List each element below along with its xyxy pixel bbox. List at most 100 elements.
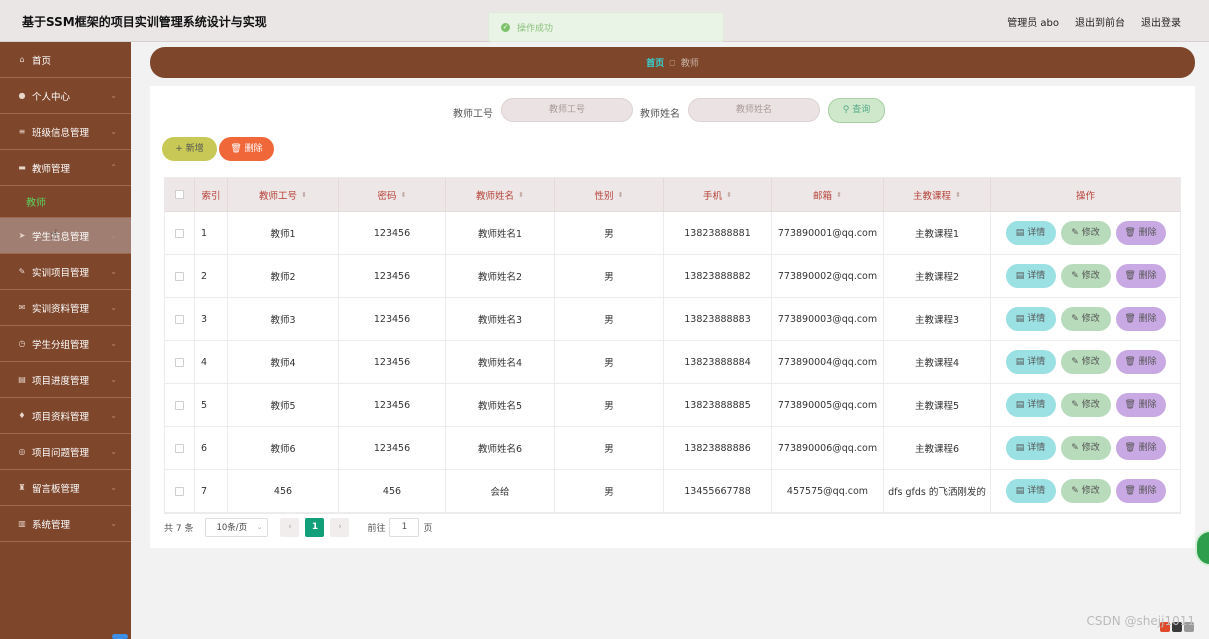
row-checkbox[interactable]: [175, 271, 184, 281]
exit-to-front-link[interactable]: 退出到前台: [1075, 14, 1125, 29]
mouse-pointer-icon: ☝: [50, 228, 58, 243]
sidebar-subitem-teacher[interactable]: 教师: [0, 186, 131, 218]
cell-phone: 13823888883: [664, 298, 772, 340]
edit-button[interactable]: ✎ 修改: [1060, 436, 1111, 460]
cell-email: 773890002@qq.com: [772, 255, 884, 297]
edit-icon: ✎: [1071, 357, 1079, 367]
delete-label: 删除: [1138, 443, 1157, 453]
edit-label: 修改: [1081, 271, 1100, 281]
teacher-name-input[interactable]: 教师姓名: [688, 98, 820, 122]
search-button[interactable]: ⚲ 查询: [828, 98, 885, 123]
edit-button[interactable]: ✎ 修改: [1060, 350, 1111, 374]
chevron-down-icon: ⌄: [110, 483, 117, 492]
sidebar-item-class[interactable]: ≡ 班级信息管理 ⌄: [0, 114, 131, 150]
cell-phone: 13823888881: [664, 212, 772, 254]
delete-button[interactable]: 🗑 删除: [1115, 221, 1166, 245]
header-phone[interactable]: 手机 ⬍: [664, 178, 772, 211]
select-all-checkbox[interactable]: [175, 190, 184, 199]
sort-icon[interactable]: ⬍: [618, 191, 624, 199]
delete-button[interactable]: 🗑 删除: [1115, 479, 1166, 503]
sidebar-item-home[interactable]: ⌂ 首页: [0, 42, 131, 78]
header-teacher-name[interactable]: 教师姓名 ⬍: [446, 178, 555, 211]
cell-course: dfs gfds 的飞洒刚发的: [884, 470, 991, 512]
page-size-select[interactable]: 10条/页 ⌄: [205, 517, 269, 537]
detail-button[interactable]: ▤ 详情: [1005, 479, 1056, 503]
row-checkbox[interactable]: [175, 228, 184, 238]
sidebar-item-profile[interactable]: ● 个人中心 ⌄: [0, 78, 131, 114]
delete-button[interactable]: 🗑 删除: [1115, 436, 1166, 460]
success-toast: ✓ 操作成功: [488, 12, 724, 42]
delete-button[interactable]: 🗑 删除: [1115, 264, 1166, 288]
row-checkbox[interactable]: [175, 314, 184, 324]
delete-label: 删除: [1138, 271, 1157, 281]
sidebar-item-project-material[interactable]: ♦ 项目资料管理 ⌄: [0, 398, 131, 434]
add-button[interactable]: + 新增: [162, 137, 217, 161]
row-checkbox[interactable]: [175, 443, 184, 453]
delete-button[interactable]: 🗑 删除: [1115, 350, 1166, 374]
delete-button[interactable]: 🗑 删除: [1115, 393, 1166, 417]
detail-button[interactable]: ▤ 详情: [1005, 436, 1056, 460]
edit-icon: ✎: [18, 267, 26, 276]
prev-page-button[interactable]: ‹: [280, 517, 300, 537]
cell-gender: 男: [555, 384, 664, 426]
row-checkbox[interactable]: [175, 400, 184, 410]
edit-button[interactable]: ✎ 修改: [1060, 221, 1111, 245]
mail-icon: ✉: [18, 303, 26, 312]
header-email[interactable]: 邮箱 ⬍: [772, 178, 884, 211]
sort-icon[interactable]: ⬍: [301, 191, 307, 199]
sort-icon[interactable]: ⬍: [518, 191, 524, 199]
sidebar-item-group[interactable]: ◷ 学生分组管理 ⌄: [0, 326, 131, 362]
teacher-id-input[interactable]: 教师工号: [501, 98, 633, 122]
sort-icon[interactable]: ⬍: [726, 191, 732, 199]
admin-user-label[interactable]: 管理员 abo: [1007, 14, 1059, 29]
cell-teacher-id: 456: [228, 470, 339, 512]
sidebar-item-student[interactable]: ➤ 学生信息管理 ⌄: [0, 218, 131, 254]
sidebar-item-progress[interactable]: ▤ 项目进度管理 ⌄: [0, 362, 131, 398]
next-page-button[interactable]: ›: [330, 517, 350, 537]
sidebar-item-message[interactable]: ♜ 留言板管理 ⌄: [0, 470, 131, 506]
row-checkbox[interactable]: [175, 357, 184, 367]
header-gender[interactable]: 性别 ⬍: [555, 178, 664, 211]
edit-button[interactable]: ✎ 修改: [1060, 307, 1111, 331]
row-ops-cell: ▤ 详情 ✎ 修改 🗑 删除: [991, 427, 1180, 469]
header-label: 邮箱: [813, 190, 833, 202]
edit-button[interactable]: ✎ 修改: [1060, 393, 1111, 417]
sort-icon[interactable]: ⬍: [955, 191, 961, 199]
edit-button[interactable]: ✎ 修改: [1060, 479, 1111, 503]
detail-button[interactable]: ▤ 详情: [1005, 350, 1056, 374]
detail-button[interactable]: ▤ 详情: [1005, 393, 1056, 417]
floating-assistant-ball[interactable]: [1195, 530, 1209, 566]
detail-button[interactable]: ▤ 详情: [1005, 307, 1056, 331]
sidebar-item-system[interactable]: ▥ 系统管理 ⌄: [0, 506, 131, 542]
cell-password: 123456: [339, 341, 446, 383]
batch-delete-button[interactable]: 🗑 删除: [219, 137, 274, 161]
breadcrumb-home[interactable]: 首页: [646, 56, 664, 69]
delete-label: 删除: [1138, 314, 1157, 324]
row-checkbox[interactable]: [175, 486, 184, 496]
goto-page-input[interactable]: 1: [389, 517, 420, 537]
header-teacher-id[interactable]: 教师工号 ⬍: [228, 178, 339, 211]
sidebar-item-teacher[interactable]: ▬ 教师管理 ⌃: [0, 150, 131, 186]
table-row: 6 教师6 123456 教师姓名6 男 13823888886 773890006@qq.…: [165, 427, 1180, 470]
edit-button[interactable]: ✎ 修改: [1060, 264, 1111, 288]
page-number-current[interactable]: 1: [305, 517, 325, 537]
cell-index: 4: [195, 341, 228, 383]
sort-icon[interactable]: ⬍: [836, 191, 842, 199]
trash-icon: 🗑: [230, 144, 242, 154]
teacher-name-label: 教师姓名: [640, 109, 680, 120]
sort-icon[interactable]: ⬍: [401, 191, 407, 199]
detail-button[interactable]: ▤ 详情: [1005, 221, 1056, 245]
sidebar-item-label: 首页: [32, 55, 52, 67]
cell-email: 773890004@qq.com: [772, 341, 884, 383]
sidebar-item-project[interactable]: ✎ 实训项目管理 ⌄: [0, 254, 131, 290]
sidebar-item-issue[interactable]: ◎ 项目问题管理 ⌄: [0, 434, 131, 470]
delete-button[interactable]: 🗑 删除: [1115, 307, 1166, 331]
sidebar-scrollbar[interactable]: [112, 634, 128, 639]
delete-label: 删除: [1138, 486, 1157, 496]
cell-gender: 男: [555, 470, 664, 512]
logout-link[interactable]: 退出登录: [1141, 14, 1181, 29]
header-course[interactable]: 主教课程 ⬍: [884, 178, 991, 211]
sidebar-item-material[interactable]: ✉ 实训资料管理 ⌄: [0, 290, 131, 326]
detail-button[interactable]: ▤ 详情: [1005, 264, 1056, 288]
header-password[interactable]: 密码 ⬍: [339, 178, 446, 211]
